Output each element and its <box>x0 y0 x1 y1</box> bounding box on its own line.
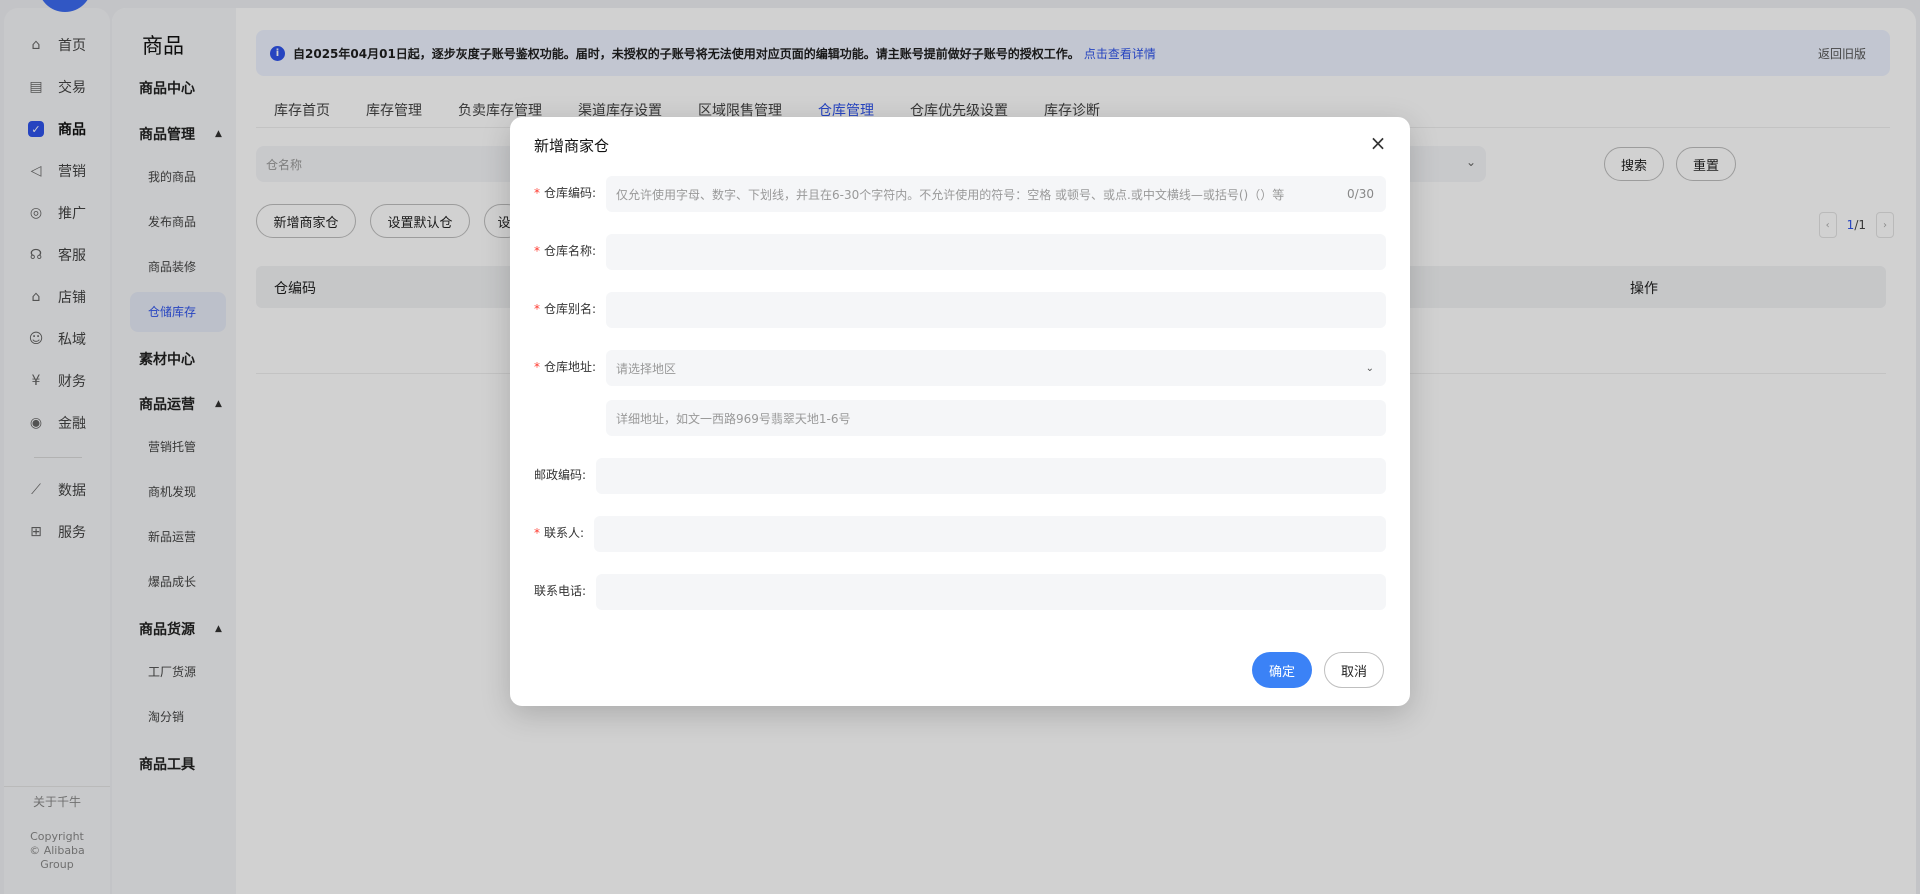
close-icon[interactable]: × <box>1368 133 1388 153</box>
required-mark: * <box>534 186 540 200</box>
postal-code-label: 邮政编码: <box>534 466 586 483</box>
label-text: 仓库名称: <box>544 244 597 258</box>
dialog-title: 新增商家仓 <box>534 137 610 155</box>
contact-person-input[interactable] <box>594 516 1386 552</box>
warehouse-address-label: * 仓库地址: <box>534 358 596 375</box>
chevron-down-icon: ⌄ <box>1365 362 1374 374</box>
select-placeholder: 请选择地区 <box>616 361 677 376</box>
label-text: 联系人: <box>544 526 585 540</box>
char-counter: 0/30 <box>1347 187 1374 201</box>
label-text: 邮政编码: <box>534 468 587 482</box>
label-text: 仓库编码: <box>544 186 597 200</box>
cancel-button[interactable]: 取消 <box>1324 652 1384 688</box>
label-text: 仓库别名: <box>544 302 597 316</box>
add-warehouse-dialog: 新增商家仓 × * 仓库编码: 仅允许使用字母、数字、下划线，并且在6-30个字符… <box>510 117 1410 706</box>
warehouse-alias-input[interactable] <box>606 292 1386 328</box>
warehouse-alias-label: * 仓库别名: <box>534 300 596 317</box>
required-mark: * <box>534 302 540 316</box>
detail-address-input[interactable]: 详细地址，如文一西路969号翡翠天地1-6号 <box>606 400 1386 436</box>
label-text: 联系电话: <box>534 584 587 598</box>
input-placeholder: 详细地址，如文一西路969号翡翠天地1-6号 <box>616 411 851 426</box>
warehouse-name-label: * 仓库名称: <box>534 242 596 259</box>
contact-phone-input[interactable] <box>596 574 1386 610</box>
postal-code-input[interactable] <box>596 458 1386 494</box>
required-mark: * <box>534 360 540 374</box>
warehouse-name-input[interactable] <box>606 234 1386 270</box>
contact-phone-label: 联系电话: <box>534 582 586 599</box>
region-select[interactable]: 请选择地区 ⌄ <box>606 350 1386 386</box>
input-placeholder: 仅允许使用字母、数字、下划线，并且在6-30个字符内。不允许使用的符号：空格 或… <box>616 187 1285 202</box>
required-mark: * <box>534 244 540 258</box>
warehouse-code-input[interactable]: 仅允许使用字母、数字、下划线，并且在6-30个字符内。不允许使用的符号：空格 或… <box>606 176 1386 212</box>
contact-person-label: * 联系人: <box>534 524 584 541</box>
confirm-button[interactable]: 确定 <box>1252 652 1312 688</box>
label-text: 仓库地址: <box>544 360 597 374</box>
warehouse-code-label: * 仓库编码: <box>534 184 596 201</box>
required-mark: * <box>534 526 540 540</box>
